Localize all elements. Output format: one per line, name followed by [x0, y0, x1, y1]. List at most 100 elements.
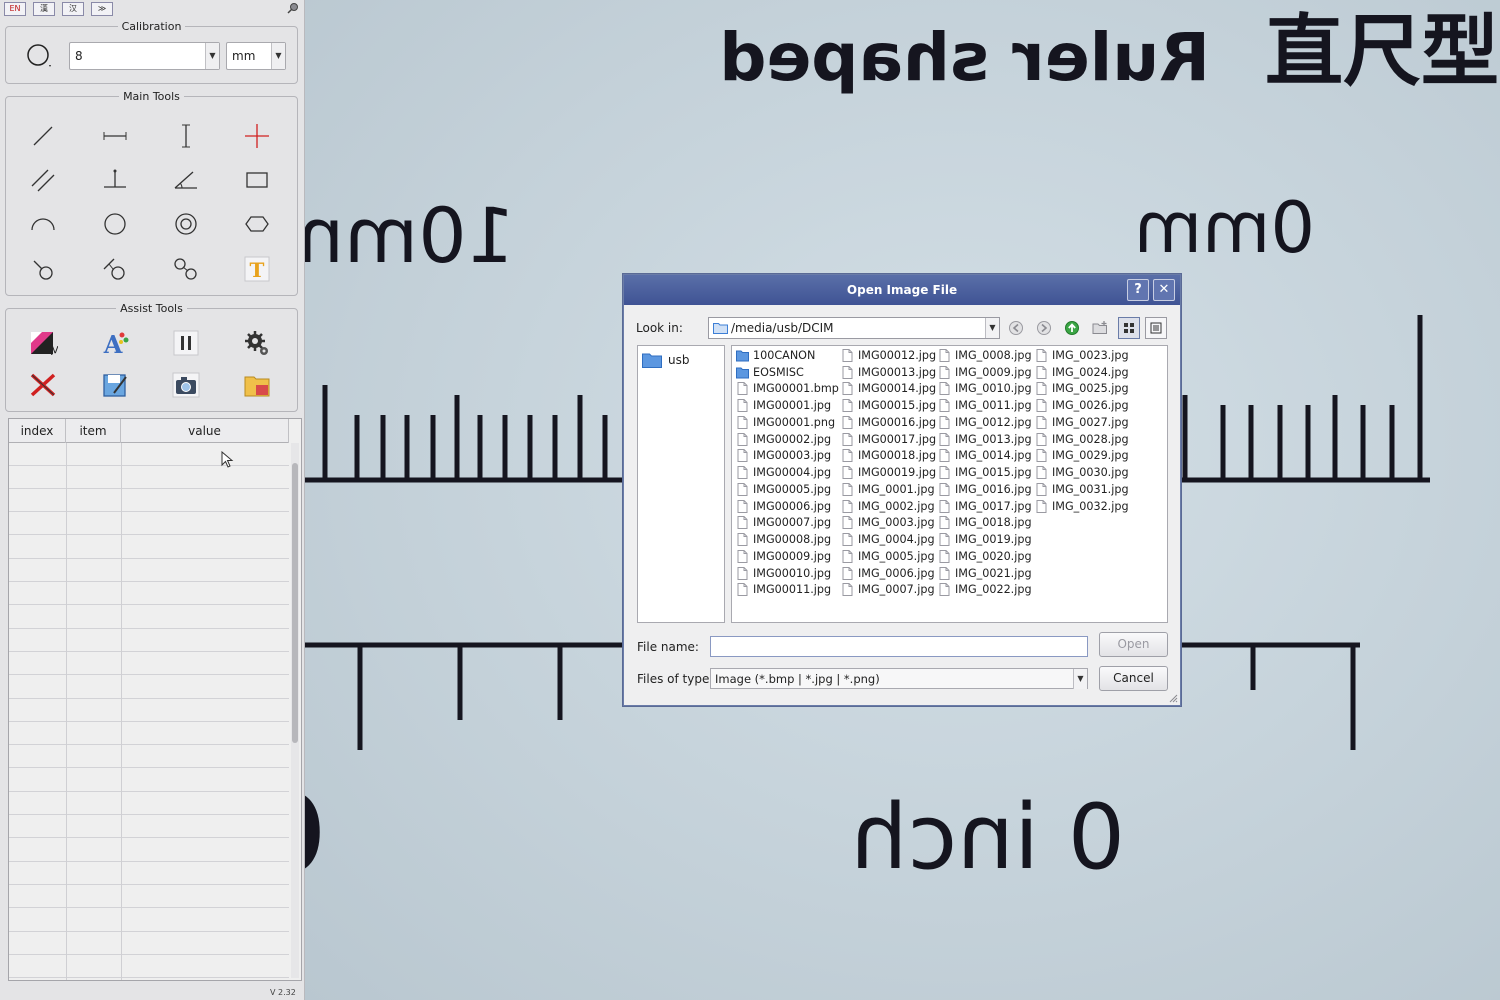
file-item[interactable]: IMG_0027.jpg: [1035, 414, 1129, 431]
file-item[interactable]: IMG00017.jpg: [841, 431, 936, 448]
file-item[interactable]: IMG_0022.jpg: [938, 582, 1032, 599]
file-item[interactable]: IMG_0013.jpg: [938, 431, 1032, 448]
table-scrollbar[interactable]: [291, 443, 299, 978]
dialog-title-bar[interactable]: Open Image File ? ✕: [624, 275, 1180, 305]
file-item[interactable]: IMG_0012.jpg: [938, 414, 1032, 431]
table-row[interactable]: [9, 909, 289, 932]
point-to-circle-tool-button[interactable]: [27, 254, 59, 284]
measurement-table[interactable]: index item value: [8, 418, 302, 981]
circle-tool-button[interactable]: [99, 209, 131, 239]
file-item[interactable]: IMG00008.jpg: [736, 531, 831, 548]
look-in-combo[interactable]: /media/usb/DCIM ▼: [708, 317, 1000, 339]
file-item[interactable]: IMG00001.bmp: [736, 381, 839, 398]
expand-button[interactable]: ≫: [91, 2, 113, 16]
folder-item[interactable]: 100CANON: [736, 347, 815, 364]
file-item[interactable]: IMG00012.jpg: [841, 347, 936, 364]
parent-directory-icon[interactable]: [1062, 318, 1082, 338]
angle-tool-button[interactable]: [170, 165, 202, 195]
table-row[interactable]: [9, 886, 289, 909]
file-item[interactable]: IMG00018.jpg: [841, 448, 936, 465]
file-item[interactable]: IMG_0029.jpg: [1035, 448, 1129, 465]
file-item[interactable]: IMG_0018.jpg: [938, 515, 1032, 532]
calibration-shape-button[interactable]: [22, 40, 54, 70]
file-item[interactable]: IMG_0032.jpg: [1035, 498, 1129, 515]
scrollbar-thumb[interactable]: [292, 463, 298, 743]
file-item[interactable]: IMG00006.jpg: [736, 498, 831, 515]
file-item[interactable]: IMG00007.jpg: [736, 515, 831, 532]
calibration-value-combo[interactable]: 8 ▼: [69, 42, 220, 70]
table-row[interactable]: [9, 490, 289, 513]
detail-view-button[interactable]: [1145, 317, 1167, 339]
file-item[interactable]: IMG00003.jpg: [736, 448, 831, 465]
file-list[interactable]: 100CANON EOSMISC IMG00001.bmp IMG00001.jpg I…: [731, 345, 1168, 623]
cancel-button[interactable]: Cancel: [1099, 666, 1168, 691]
table-row[interactable]: [9, 723, 289, 746]
file-item[interactable]: IMG_0020.jpg: [938, 548, 1032, 565]
file-item[interactable]: IMG00002.jpg: [736, 431, 831, 448]
resize-grip-icon[interactable]: [1168, 693, 1178, 703]
pin-icon[interactable]: [287, 2, 299, 14]
table-row[interactable]: [9, 443, 289, 466]
file-item[interactable]: IMG00016.jpg: [841, 414, 936, 431]
settings-gear-button[interactable]: [241, 328, 273, 358]
file-item[interactable]: IMG_0009.jpg: [938, 364, 1032, 381]
delete-button[interactable]: [27, 370, 59, 400]
file-item[interactable]: IMG_0017.jpg: [938, 498, 1032, 515]
file-item[interactable]: IMG00010.jpg: [736, 565, 831, 582]
file-item[interactable]: IMG_0031.jpg: [1035, 481, 1129, 498]
file-item[interactable]: IMG_0003.jpg: [841, 515, 935, 532]
file-item[interactable]: IMG00014.jpg: [841, 381, 936, 398]
column-header-item[interactable]: item: [66, 419, 121, 443]
table-row[interactable]: [9, 653, 289, 676]
rectangle-tool-button[interactable]: [241, 165, 273, 195]
icon-view-button[interactable]: [1118, 317, 1140, 339]
file-item[interactable]: IMG_0023.jpg: [1035, 347, 1129, 364]
table-row[interactable]: [9, 466, 289, 489]
table-row[interactable]: [9, 676, 289, 699]
horizontal-line-tool-button[interactable]: [99, 121, 131, 151]
save-button[interactable]: [99, 370, 131, 400]
column-header-index[interactable]: index: [9, 419, 66, 443]
table-row[interactable]: [9, 699, 289, 722]
file-item[interactable]: IMG00011.jpg: [736, 582, 831, 599]
file-item[interactable]: IMG_0002.jpg: [841, 498, 935, 515]
table-row[interactable]: [9, 816, 289, 839]
back-icon[interactable]: [1006, 318, 1026, 338]
text-tool-button[interactable]: T: [241, 254, 273, 284]
help-button[interactable]: ?: [1127, 279, 1149, 301]
file-item[interactable]: IMG_0016.jpg: [938, 481, 1032, 498]
files-of-type-combo[interactable]: Image (*.bmp | *.jpg | *.png) ▼: [710, 668, 1088, 689]
file-item[interactable]: IMG_0005.jpg: [841, 548, 935, 565]
line-to-circle-tool-button[interactable]: [99, 254, 131, 284]
two-circles-tool-button[interactable]: [170, 254, 202, 284]
file-item[interactable]: IMG_0010.jpg: [938, 381, 1032, 398]
font-tool-button[interactable]: A: [99, 328, 131, 358]
file-item[interactable]: IMG_0030.jpg: [1035, 464, 1129, 481]
file-item[interactable]: IMG_0025.jpg: [1035, 381, 1129, 398]
close-button[interactable]: ✕: [1153, 279, 1175, 301]
file-item[interactable]: IMG_0019.jpg: [938, 531, 1032, 548]
file-name-input[interactable]: [710, 636, 1088, 657]
file-item[interactable]: IMG_0021.jpg: [938, 565, 1032, 582]
lang-simplified-button[interactable]: 汉: [62, 2, 84, 16]
sidebar-item-usb[interactable]: usb: [642, 352, 689, 368]
calibration-unit-combo[interactable]: mm ▼: [226, 42, 286, 70]
file-item[interactable]: IMG_0004.jpg: [841, 531, 935, 548]
file-item[interactable]: IMG_0006.jpg: [841, 565, 935, 582]
new-folder-icon[interactable]: [1090, 318, 1110, 338]
table-row[interactable]: [9, 862, 289, 885]
line-tool-button[interactable]: [27, 121, 59, 151]
file-item[interactable]: IMG00009.jpg: [736, 548, 831, 565]
file-item[interactable]: IMG_0011.jpg: [938, 397, 1032, 414]
crosshair-tool-button[interactable]: [241, 121, 273, 151]
forward-icon[interactable]: [1034, 318, 1054, 338]
file-item[interactable]: IMG_0001.jpg: [841, 481, 935, 498]
file-item[interactable]: IMG_0015.jpg: [938, 464, 1032, 481]
column-header-value[interactable]: value: [121, 419, 289, 443]
concentric-circles-tool-button[interactable]: [170, 209, 202, 239]
table-row[interactable]: [9, 629, 289, 652]
file-item[interactable]: IMG_0028.jpg: [1035, 431, 1129, 448]
camera-button[interactable]: [170, 370, 202, 400]
file-item[interactable]: IMG_0014.jpg: [938, 448, 1032, 465]
file-item[interactable]: IMG00019.jpg: [841, 464, 936, 481]
